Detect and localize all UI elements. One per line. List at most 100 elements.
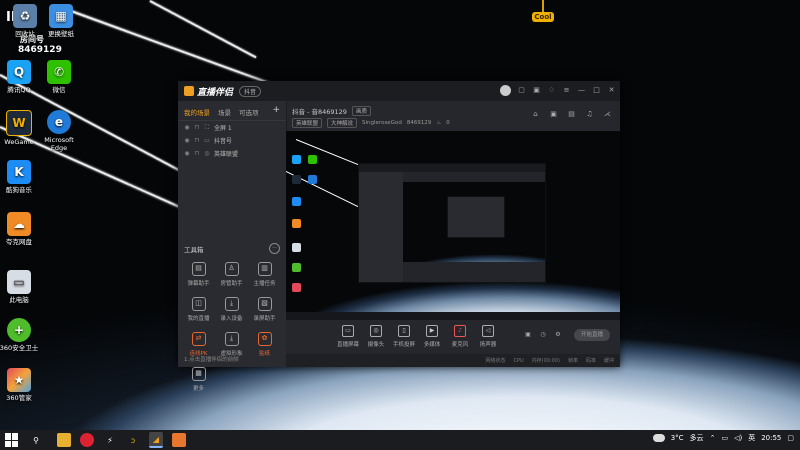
app-icon[interactable] xyxy=(172,433,186,447)
lock-icon[interactable]: ⊓ xyxy=(194,124,200,131)
chevron-up-icon[interactable]: ⌃ xyxy=(710,434,716,442)
ime-indicator[interactable]: 英 xyxy=(748,433,755,443)
desktop-icon-edge[interactable]: e Microsoft Edge xyxy=(36,110,82,152)
volume-icon[interactable]: ◁) xyxy=(734,434,742,442)
gift-box-icon[interactable]: ▣ xyxy=(549,110,558,119)
media-icon[interactable]: ⚡ xyxy=(103,433,117,447)
screen-capture-button[interactable]: ▭ 直播屏幕 xyxy=(336,325,360,348)
eye-icon[interactable]: ◉ xyxy=(184,137,190,144)
tool-tasks[interactable]: ▥ 主播任务 xyxy=(248,260,281,290)
gift-icon[interactable]: ▣ xyxy=(532,86,541,95)
stream-preview[interactable] xyxy=(286,131,620,320)
more-icon[interactable]: ··· xyxy=(269,243,280,254)
eye-icon[interactable]: ◉ xyxy=(184,150,190,157)
overlay-room-id: 8469129 xyxy=(18,45,62,55)
preview-desktop-icon xyxy=(292,283,301,292)
record-video-icon[interactable]: ▣ xyxy=(524,331,532,339)
avatar-icon: ⤓ xyxy=(224,332,239,346)
lock-icon[interactable]: ⊓ xyxy=(194,150,200,157)
maximize-icon[interactable]: □ xyxy=(592,86,601,95)
disk-icon: ☁ xyxy=(7,212,31,236)
search-icon[interactable]: ⚲ xyxy=(29,433,43,447)
phone-cast-button[interactable]: ▯ 手机投屏 xyxy=(392,325,416,348)
user-avatar[interactable] xyxy=(500,85,511,96)
desktop-icon-wechat[interactable]: ✆ 微信 xyxy=(36,60,82,94)
user-icon: ♙ xyxy=(224,262,239,276)
temperature[interactable]: 3°C xyxy=(671,434,684,442)
tab-my-scenes[interactable]: 我的场景 xyxy=(184,107,210,117)
lock-icon[interactable]: ⊓ xyxy=(194,137,200,144)
taskbar: ⚲ ⚡ ↄ ◢ 3°C 多云 ⌃ ▭ ◁) 英 20:55 ▢ xyxy=(0,430,800,450)
menu-icon[interactable]: ≡ xyxy=(562,86,571,95)
tool-room-admin[interactable]: ♙ 房管助手 xyxy=(215,260,248,290)
desktop-icon-kugou[interactable]: K 酷狗音乐 xyxy=(0,160,42,194)
download-icon: ⤓ xyxy=(224,297,239,311)
message-icon[interactable]: ▢ xyxy=(517,86,526,95)
record-icon: ▧ xyxy=(257,297,272,311)
media-button[interactable]: ▶ 多媒体 xyxy=(420,325,444,348)
app-titlebar[interactable]: 直播伴侣 抖音 ▢ ▣ ♢ ≡ — □ ✕ xyxy=(178,81,620,101)
add-scene-icon[interactable]: + xyxy=(272,106,280,117)
desktop-icon-360-manager[interactable]: ★ 360管家 xyxy=(0,368,42,402)
quality-chip[interactable]: 画质 xyxy=(351,106,371,116)
tool-device[interactable]: ⤓ 录入设备 xyxy=(215,295,248,325)
tool-sticker[interactable]: ✿ 贴纸 xyxy=(248,330,281,360)
source-controls: ▭ 直播屏幕 ◎ 摄像头 ▯ 手机投屏 ▶ 多媒体 ♪ 麦克风 ◁ 扬声器 ▣ ◷ ⚙ 开始… xyxy=(286,320,620,354)
shirt-icon[interactable]: ♢ xyxy=(547,86,556,95)
file-explorer-icon[interactable] xyxy=(57,433,71,447)
tab-scenes[interactable]: 场景 xyxy=(218,107,231,117)
browser-icon[interactable] xyxy=(80,433,94,447)
ai-icon[interactable]: ↄ xyxy=(126,433,140,447)
game-icon: ◎ xyxy=(204,149,210,157)
eye-icon[interactable]: ◉ xyxy=(184,124,190,131)
grid-icon: ▦ xyxy=(191,367,206,381)
douyin-companion-icon[interactable]: ◢ xyxy=(149,432,163,448)
history-icon[interactable]: ◷ xyxy=(539,331,547,339)
clipboard-icon[interactable]: ▤ xyxy=(567,110,576,119)
type-tag[interactable]: 大神解说 xyxy=(327,118,358,128)
shop-icon[interactable]: ⌂ xyxy=(531,110,540,119)
toolbox-grid: ▤ 弹幕助手 ♙ 房管助手 ▥ 主播任务 ◫ 我的直播 ⤓ 录入设备 ▧ 录屏助手 ⇄ 连线P… xyxy=(182,260,282,395)
platform-badge[interactable]: 抖音 xyxy=(239,85,262,97)
speaker-button[interactable]: ◁ 扬声器 xyxy=(476,325,500,348)
preview-desktop-icon xyxy=(292,243,301,252)
tool-more[interactable]: ▦ 更多 xyxy=(182,365,215,395)
scene-item[interactable]: ◉ ⊓ ⛶ 全屏 1 xyxy=(178,121,286,134)
go-live-button[interactable]: 开始直播 xyxy=(574,329,610,341)
desktop-icon-wallpaper[interactable]: ▦ 更换壁纸 xyxy=(38,4,84,38)
network-icon[interactable]: ▭ xyxy=(721,434,728,442)
close-icon[interactable]: ✕ xyxy=(607,86,616,95)
cool-sticker: Cool xyxy=(532,0,554,28)
tool-record[interactable]: ▧ 录屏助手 xyxy=(248,295,281,325)
wallpaper-icon: ▦ xyxy=(49,4,73,28)
clock[interactable]: 20:55 xyxy=(761,434,781,442)
cloud-icon xyxy=(652,434,665,442)
play-icon: ▶ xyxy=(426,325,438,337)
hot-count: 0 xyxy=(446,120,450,126)
desktop-icon-360[interactable]: + 360安全卫士 xyxy=(0,318,42,352)
start-button[interactable] xyxy=(5,433,19,447)
notification-icon[interactable]: ▢ xyxy=(787,434,794,442)
bell-icon[interactable]: ♫ xyxy=(585,110,594,119)
weather-text[interactable]: 多云 xyxy=(690,433,704,443)
desktop-icon-disk[interactable]: ☁ 夸克网盘 xyxy=(0,212,42,246)
preview-desktop-icon xyxy=(308,175,317,184)
wechat-icon: ✆ xyxy=(47,60,71,84)
category-tag[interactable]: 英雄联盟 xyxy=(292,118,323,128)
app-logo-icon xyxy=(184,86,194,96)
tab-options[interactable]: 可选项 xyxy=(239,107,259,117)
tool-my-live[interactable]: ◫ 我的直播 xyxy=(182,295,215,325)
cpu-status: CPU xyxy=(513,357,524,364)
settings-icon[interactable]: ⚙ xyxy=(554,331,562,339)
scene-item[interactable]: ◉ ⊓ ▭ 抖音号 xyxy=(178,134,286,147)
tool-danmu[interactable]: ▤ 弹幕助手 xyxy=(182,260,215,290)
preview-taskbar xyxy=(286,312,620,320)
microphone-button[interactable]: ♪ 麦克风 xyxy=(448,325,472,348)
minimize-icon[interactable]: — xyxy=(577,86,586,95)
camera-button[interactable]: ◎ 摄像头 xyxy=(364,325,388,348)
share-icon[interactable]: ⋌ xyxy=(603,110,612,119)
desktop-icon-computer[interactable]: ▭ 此电脑 xyxy=(0,270,42,304)
douyin-companion-window[interactable]: 直播伴侣 抖音 ▢ ▣ ♢ ≡ — □ ✕ 我的场景 场景 可选项 + ◉ ⊓ … xyxy=(178,81,620,392)
window-icon: ▭ xyxy=(204,136,210,144)
scene-item[interactable]: ◉ ⊓ ◎ 英雄联盟 xyxy=(178,147,286,160)
